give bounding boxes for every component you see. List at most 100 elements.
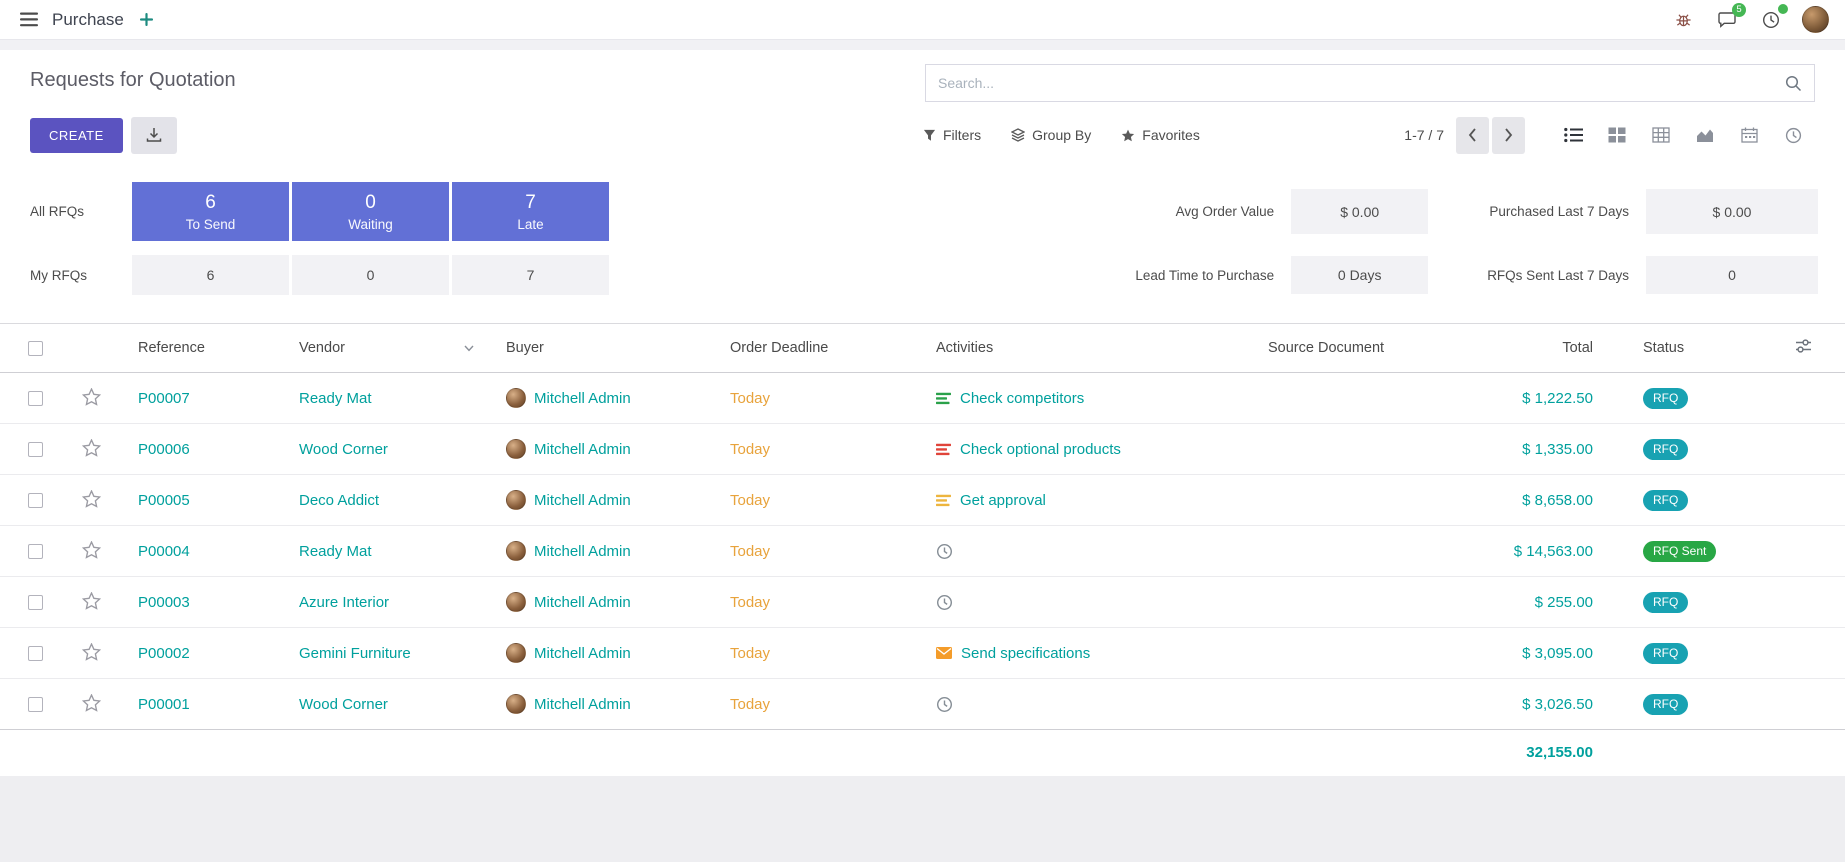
favorite-star-icon[interactable] bbox=[80, 539, 103, 564]
export-button[interactable] bbox=[131, 117, 177, 154]
row-checkbox[interactable] bbox=[28, 646, 43, 661]
search-bar[interactable] bbox=[925, 64, 1815, 102]
optional-columns-icon[interactable] bbox=[1795, 339, 1811, 353]
graph-view-icon[interactable] bbox=[1683, 117, 1727, 154]
table-row[interactable]: P00006 Wood Corner Mitchell Admin Today … bbox=[0, 424, 1845, 475]
calendar-view-icon[interactable] bbox=[1727, 117, 1771, 154]
app-name[interactable]: Purchase bbox=[52, 10, 124, 30]
total-amount: $ 1,222.50 bbox=[1522, 390, 1593, 407]
header-status[interactable]: Status bbox=[1609, 324, 1721, 373]
buyer-link[interactable]: Mitchell Admin bbox=[534, 492, 631, 509]
table-row[interactable]: P00002 Gemini Furniture Mitchell Admin T… bbox=[0, 628, 1845, 679]
kpi-late[interactable]: 7 Late bbox=[452, 182, 609, 241]
activity-clock-icon[interactable] bbox=[936, 696, 953, 713]
reference-link[interactable]: P00003 bbox=[138, 594, 190, 611]
lead-time-value[interactable]: 0 Days bbox=[1291, 256, 1428, 294]
table-row[interactable]: P00007 Ready Mat Mitchell Admin Today Ch… bbox=[0, 373, 1845, 424]
avg-order-value[interactable]: $ 0.00 bbox=[1291, 189, 1428, 234]
buyer-link[interactable]: Mitchell Admin bbox=[534, 441, 631, 458]
reference-link[interactable]: P00004 bbox=[138, 543, 190, 560]
row-checkbox[interactable] bbox=[28, 493, 43, 508]
table-row[interactable]: P00001 Wood Corner Mitchell Admin Today … bbox=[0, 679, 1845, 730]
header-source-document[interactable]: Source Document bbox=[1246, 324, 1438, 373]
row-checkbox[interactable] bbox=[28, 391, 43, 406]
group-by-button[interactable]: Group By bbox=[1011, 127, 1091, 143]
buyer-link[interactable]: Mitchell Admin bbox=[534, 696, 631, 713]
favorite-star-icon[interactable] bbox=[80, 488, 103, 513]
header-total[interactable]: Total bbox=[1438, 324, 1609, 373]
activity-clock-icon[interactable] bbox=[936, 543, 953, 560]
purchased-last-7-days[interactable]: $ 0.00 bbox=[1646, 189, 1818, 234]
buyer-link[interactable]: Mitchell Admin bbox=[534, 390, 631, 407]
buyer-link[interactable]: Mitchell Admin bbox=[534, 543, 631, 560]
reference-link[interactable]: P00001 bbox=[138, 696, 190, 713]
table-row[interactable]: P00004 Ready Mat Mitchell Admin Today $ … bbox=[0, 526, 1845, 577]
row-checkbox[interactable] bbox=[28, 697, 43, 712]
activity-view-icon[interactable] bbox=[1771, 117, 1815, 154]
activity-link[interactable]: Send specifications bbox=[961, 645, 1090, 662]
status-badge: RFQ bbox=[1643, 643, 1688, 664]
search-icon[interactable] bbox=[1785, 75, 1802, 92]
vendor-link[interactable]: Ready Mat bbox=[299, 543, 372, 560]
list-view-icon[interactable] bbox=[1551, 117, 1595, 154]
pager-next-button[interactable] bbox=[1492, 117, 1525, 154]
table-row[interactable]: P00005 Deco Addict Mitchell Admin Today … bbox=[0, 475, 1845, 526]
messages-icon[interactable]: 5 bbox=[1714, 7, 1740, 33]
reference-link[interactable]: P00006 bbox=[138, 441, 190, 458]
vendor-link[interactable]: Deco Addict bbox=[299, 492, 379, 509]
buyer-link[interactable]: Mitchell Admin bbox=[534, 645, 631, 662]
filters-button[interactable]: Filters bbox=[923, 127, 981, 143]
pager-previous-button[interactable] bbox=[1456, 117, 1489, 154]
vendor-link[interactable]: Wood Corner bbox=[299, 441, 388, 458]
kanban-view-icon[interactable] bbox=[1595, 117, 1639, 154]
apps-menu-icon[interactable] bbox=[16, 7, 42, 33]
chevron-down-icon[interactable] bbox=[464, 340, 474, 356]
activity-link[interactable]: Get approval bbox=[960, 492, 1046, 509]
activity-clock-icon[interactable] bbox=[936, 594, 953, 611]
row-checkbox[interactable] bbox=[28, 595, 43, 610]
header-buyer[interactable]: Buyer bbox=[484, 324, 708, 373]
header-order-deadline[interactable]: Order Deadline bbox=[708, 324, 914, 373]
search-input[interactable] bbox=[938, 75, 1785, 91]
kpi-waiting[interactable]: 0 Waiting bbox=[292, 182, 449, 241]
vendor-link[interactable]: Wood Corner bbox=[299, 696, 388, 713]
row-checkbox[interactable] bbox=[28, 442, 43, 457]
vendor-link[interactable]: Ready Mat bbox=[299, 390, 372, 407]
tasks-icon[interactable] bbox=[936, 494, 951, 507]
debug-bug-icon[interactable] bbox=[1670, 7, 1696, 33]
header-vendor[interactable]: Vendor bbox=[277, 324, 484, 373]
my-to-send[interactable]: 6 bbox=[132, 255, 289, 295]
row-checkbox[interactable] bbox=[28, 544, 43, 559]
kpi-to-send[interactable]: 6 To Send bbox=[132, 182, 289, 241]
vendor-link[interactable]: Gemini Furniture bbox=[299, 645, 411, 662]
my-waiting[interactable]: 0 bbox=[292, 255, 449, 295]
envelope-icon[interactable] bbox=[936, 647, 952, 659]
favorites-button[interactable]: Favorites bbox=[1121, 127, 1200, 143]
plus-icon[interactable] bbox=[140, 13, 153, 26]
reference-link[interactable]: P00002 bbox=[138, 645, 190, 662]
activity-link[interactable]: Check optional products bbox=[960, 441, 1121, 458]
favorite-star-icon[interactable] bbox=[80, 692, 103, 717]
table-row[interactable]: P00003 Azure Interior Mitchell Admin Tod… bbox=[0, 577, 1845, 628]
my-late[interactable]: 7 bbox=[452, 255, 609, 295]
favorite-star-icon[interactable] bbox=[80, 386, 103, 411]
rfqs-sent-last-7-days[interactable]: 0 bbox=[1646, 256, 1818, 294]
activities-clock-icon[interactable] bbox=[1758, 7, 1784, 33]
user-avatar[interactable] bbox=[1802, 6, 1829, 33]
reference-link[interactable]: P00005 bbox=[138, 492, 190, 509]
select-all-checkbox[interactable] bbox=[28, 341, 43, 356]
header-reference[interactable]: Reference bbox=[116, 324, 277, 373]
favorite-star-icon[interactable] bbox=[80, 590, 103, 615]
purchased-last-7-days-label: Purchased Last 7 Days bbox=[1487, 204, 1629, 219]
reference-link[interactable]: P00007 bbox=[138, 390, 190, 407]
favorite-star-icon[interactable] bbox=[80, 641, 103, 666]
favorite-star-icon[interactable] bbox=[80, 437, 103, 462]
pivot-view-icon[interactable] bbox=[1639, 117, 1683, 154]
header-activities[interactable]: Activities bbox=[914, 324, 1246, 373]
vendor-link[interactable]: Azure Interior bbox=[299, 594, 389, 611]
tasks-icon[interactable] bbox=[936, 443, 951, 456]
activity-link[interactable]: Check competitors bbox=[960, 390, 1084, 407]
buyer-link[interactable]: Mitchell Admin bbox=[534, 594, 631, 611]
create-button[interactable]: CREATE bbox=[30, 118, 123, 153]
tasks-icon[interactable] bbox=[936, 392, 951, 405]
